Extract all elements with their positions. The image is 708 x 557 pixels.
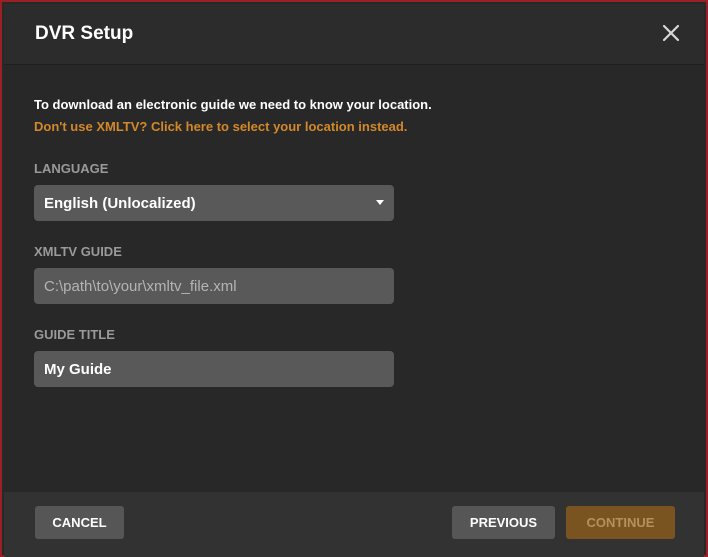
previous-button[interactable]: PREVIOUS [452,506,555,539]
chevron-down-icon [376,200,384,205]
xmltv-guide-input[interactable]: C:\path\to\your\xmltv_file.xml [34,268,394,304]
xmltv-guide-label: XMLTV GUIDE [34,244,122,259]
close-icon [662,24,680,42]
continue-button[interactable]: CONTINUE [566,506,675,539]
cancel-button[interactable]: CANCEL [35,506,124,539]
intro-text: To download an electronic guide we need … [34,97,432,112]
language-select[interactable]: English (Unlocalized) [34,185,394,221]
guide-title-input[interactable]: My Guide [34,351,394,387]
xmltv-guide-placeholder: C:\path\to\your\xmltv_file.xml [44,277,237,295]
dialog-footer: CANCEL PREVIOUS CONTINUE [4,492,704,557]
close-button[interactable] [662,24,680,42]
select-location-link[interactable]: Don't use XMLTV? Click here to select yo… [34,119,407,134]
language-label: LANGUAGE [34,161,109,176]
guide-title-label: GUIDE TITLE [34,327,115,342]
language-selected-value: English (Unlocalized) [44,194,196,212]
dvr-setup-dialog: DVR Setup To download an electronic guid… [0,0,708,557]
guide-title-value: My Guide [44,360,112,378]
dialog-title: DVR Setup [35,23,134,44]
dialog-header: DVR Setup [4,4,704,65]
